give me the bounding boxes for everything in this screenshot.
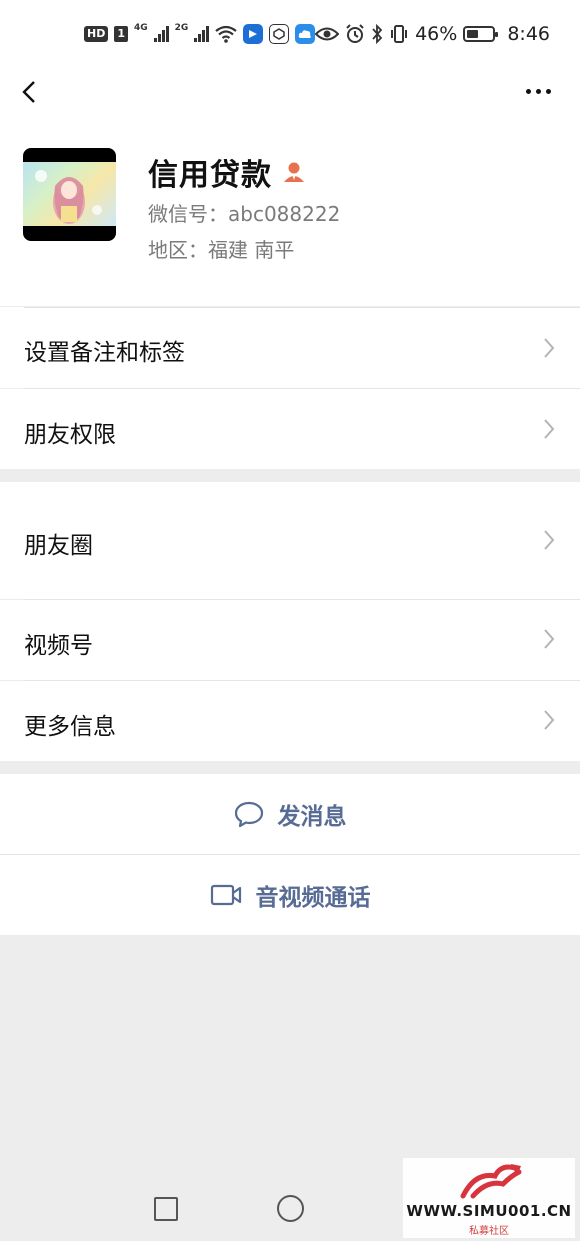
hd-icon: HD — [84, 26, 109, 42]
cloud-app-icon — [295, 24, 316, 44]
video-call-button[interactable]: 音视频通话 — [0, 855, 580, 935]
more-button[interactable] — [518, 74, 558, 108]
shield-app-icon — [269, 24, 290, 44]
chevron-left-icon — [22, 81, 35, 103]
name-row: 信用贷款 — [148, 150, 306, 194]
network-2g-label: 2G — [174, 23, 189, 33]
chevron-right-icon — [544, 629, 555, 649]
back-button[interactable] — [14, 74, 48, 108]
clock: 8:46 — [507, 23, 550, 45]
person-badge-icon — [284, 162, 304, 182]
sim-icon: 1 — [114, 26, 128, 42]
status-left: HD 1 4G 2G — [84, 22, 316, 46]
video-call-label: 音视频通话 — [255, 885, 371, 911]
top-navbar — [0, 66, 580, 116]
video-camera-icon — [210, 884, 241, 906]
chat-bubble-icon — [234, 801, 263, 828]
wechat-id: 微信号：abc088222 — [148, 202, 341, 226]
battery-icon — [463, 26, 499, 42]
avatar[interactable] — [23, 148, 116, 241]
menu-channels[interactable]: 视频号 — [0, 600, 580, 680]
divider — [24, 307, 580, 308]
status-right: 46% 8:46 — [315, 22, 550, 46]
menu-label: 视频号 — [24, 633, 93, 659]
menu-label: 朋友权限 — [24, 422, 116, 448]
battery-percent: 46% — [415, 23, 458, 45]
menu-label: 朋友圈 — [24, 533, 93, 559]
alarm-icon — [346, 24, 364, 43]
wifi-icon — [215, 25, 237, 43]
contact-name: 信用贷款 — [148, 158, 272, 193]
app-notification-icon — [243, 24, 264, 44]
menu-label: 更多信息 — [24, 714, 116, 740]
menu-label: 设置备注和标签 — [24, 340, 185, 366]
status-bar: HD 1 4G 2G 46% 8:46 — [0, 0, 580, 66]
watermark-logo-icon — [460, 1164, 522, 1199]
menu-remark-tags[interactable]: 设置备注和标签 — [0, 307, 580, 388]
profile-card: 信用贷款 微信号：abc088222 地区：福建 南平 — [0, 116, 580, 306]
menu-permissions[interactable]: 朋友权限 — [0, 389, 580, 469]
bluetooth-icon — [372, 24, 383, 44]
watermark-sub: 私募社区 — [469, 1226, 509, 1237]
send-message-button[interactable]: 发消息 — [0, 774, 580, 854]
chevron-right-icon — [544, 710, 555, 730]
menu-more-info[interactable]: 更多信息 — [0, 681, 580, 761]
chevron-right-icon — [544, 530, 555, 550]
recent-apps-button[interactable] — [154, 1197, 178, 1221]
menu-moments[interactable]: 朋友圈 — [0, 482, 580, 599]
watermark-site: WWW.SIMU001.CN — [406, 1202, 572, 1220]
more-dot — [545, 88, 551, 94]
more-dots-icon — [525, 88, 531, 94]
avatar-image — [23, 162, 116, 226]
region: 地区：福建 南平 — [148, 238, 295, 262]
chevron-right-icon — [544, 419, 555, 439]
vibrate-icon — [391, 25, 408, 43]
more-dot — [535, 88, 541, 94]
eye-icon — [315, 27, 340, 41]
watermark: WWW.SIMU001.CN 私募社区 — [403, 1158, 575, 1238]
home-button[interactable] — [277, 1195, 304, 1222]
network-4g-label: 4G — [134, 23, 148, 33]
signal-icon-2 — [194, 26, 210, 42]
battery-fill — [467, 30, 479, 38]
send-message-label: 发消息 — [277, 804, 347, 830]
chevron-right-icon — [544, 338, 555, 358]
signal-icon — [153, 26, 169, 42]
